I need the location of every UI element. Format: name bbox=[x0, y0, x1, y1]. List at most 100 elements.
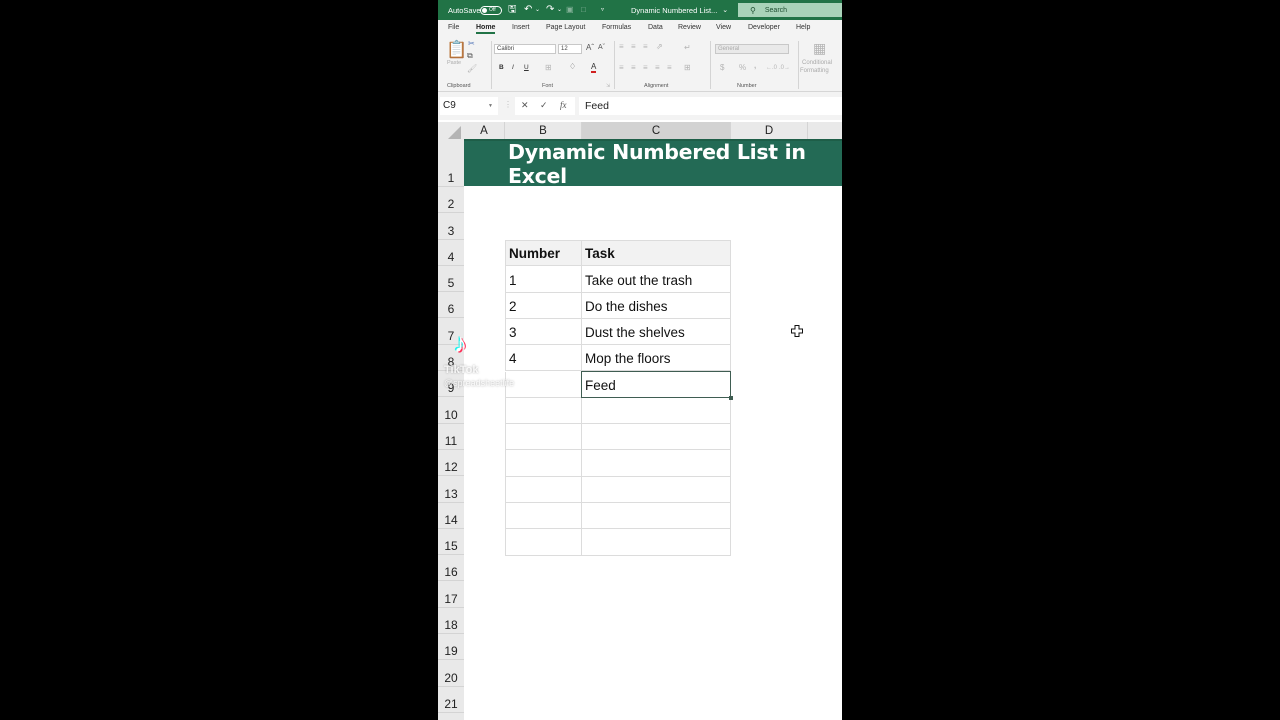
align-middle-icon[interactable]: ≡ bbox=[631, 42, 636, 52]
task-cell[interactable]: Take out the trash bbox=[582, 266, 731, 293]
banner-title[interactable]: Dynamic Numbered List in Excel bbox=[464, 140, 842, 188]
row-header-21[interactable]: 21 bbox=[438, 687, 464, 713]
cut-icon[interactable]: ✂ bbox=[468, 39, 475, 49]
tab-home[interactable]: Home bbox=[476, 24, 496, 34]
task-cell[interactable]: Feed bbox=[582, 371, 731, 398]
fill-color-icon[interactable]: ♢ bbox=[569, 62, 576, 72]
conditional-formatting-label[interactable]: Conditional bbox=[802, 60, 832, 66]
number-cell[interactable]: 4 bbox=[505, 345, 582, 372]
conditional-formatting-label-2[interactable]: Formatting bbox=[800, 68, 829, 74]
undo-icon[interactable]: ↶ bbox=[524, 0, 532, 20]
camera-icon[interactable]: ▣ bbox=[566, 0, 574, 20]
row-header-11[interactable]: 11 bbox=[438, 424, 464, 450]
task-cell[interactable]: Dust the shelves bbox=[582, 318, 731, 346]
row-header-15[interactable]: 15 bbox=[438, 529, 464, 556]
save-icon[interactable]: 🖫 bbox=[508, 0, 517, 20]
currency-icon[interactable]: $ bbox=[720, 63, 724, 73]
number-cell[interactable] bbox=[505, 397, 582, 425]
task-cell[interactable] bbox=[582, 503, 731, 530]
number-cell[interactable]: 1 bbox=[505, 266, 582, 293]
row-header-7[interactable]: 7 bbox=[438, 319, 464, 345]
row-header-5[interactable]: 5 bbox=[438, 266, 464, 293]
row-header-17[interactable]: 17 bbox=[438, 582, 464, 608]
customize-toolbar-icon[interactable]: ▿ bbox=[601, 0, 604, 20]
row-header-1[interactable]: 1 bbox=[438, 141, 464, 187]
tab-help[interactable]: Help bbox=[796, 24, 810, 31]
align-right-icon[interactable]: ≡ bbox=[643, 63, 648, 73]
task-cell[interactable] bbox=[582, 450, 731, 477]
task-cell[interactable] bbox=[582, 529, 731, 556]
row-header-8[interactable]: 8 bbox=[438, 345, 464, 372]
number-cell[interactable] bbox=[505, 450, 582, 477]
increase-indent-icon[interactable]: ≡ bbox=[667, 63, 672, 73]
wrap-text-icon[interactable]: ↵ bbox=[684, 43, 691, 53]
task-cell[interactable]: Mop the floors bbox=[582, 345, 731, 372]
font-size-select[interactable]: 12 bbox=[558, 44, 582, 54]
font-dialog-launcher-icon[interactable]: ⇲ bbox=[606, 81, 610, 91]
name-box[interactable]: C9 ▼ bbox=[440, 97, 498, 115]
row-header-3[interactable]: 3 bbox=[438, 213, 464, 240]
task-cell[interactable] bbox=[582, 476, 731, 503]
font-name-select[interactable]: Calibri bbox=[494, 44, 556, 54]
header-number[interactable]: Number bbox=[505, 240, 582, 267]
tab-developer[interactable]: Developer bbox=[748, 24, 780, 31]
tab-insert[interactable]: Insert bbox=[512, 24, 530, 31]
row-header-4[interactable]: 4 bbox=[438, 240, 464, 266]
tab-data[interactable]: Data bbox=[648, 24, 663, 31]
row-header-10[interactable]: 10 bbox=[438, 397, 464, 424]
cancel-icon[interactable]: ✕ bbox=[521, 100, 529, 111]
number-cell[interactable] bbox=[505, 529, 582, 556]
task-cell[interactable] bbox=[582, 424, 731, 451]
number-cell[interactable]: 2 bbox=[505, 292, 582, 319]
redo-dropdown-icon[interactable]: ⌄ bbox=[557, 0, 562, 20]
tab-file[interactable]: File bbox=[448, 24, 459, 31]
document-title[interactable]: Dynamic Numbered List... ⌄ bbox=[631, 0, 728, 20]
number-cell[interactable]: 3 bbox=[505, 318, 582, 346]
number-cell[interactable] bbox=[505, 476, 582, 503]
underline-button[interactable]: U bbox=[524, 64, 529, 71]
number-cell[interactable] bbox=[505, 424, 582, 451]
tab-review[interactable]: Review bbox=[678, 24, 701, 31]
comma-style-icon[interactable]: , bbox=[754, 61, 756, 71]
row-header-18[interactable]: 18 bbox=[438, 608, 464, 635]
row-header-16[interactable]: 16 bbox=[438, 555, 464, 582]
row-header-9[interactable]: 9 bbox=[438, 371, 464, 398]
undo-dropdown-icon[interactable]: ⌄ bbox=[535, 0, 540, 20]
number-cell[interactable] bbox=[505, 503, 582, 530]
row-header-2[interactable]: 2 bbox=[438, 187, 464, 214]
decrease-decimal-icon[interactable]: .0→ bbox=[779, 63, 790, 73]
comment-icon[interactable]: □ bbox=[581, 0, 586, 20]
task-cell[interactable]: Do the dishes bbox=[582, 292, 731, 319]
decrease-font-icon[interactable]: Aˇ bbox=[598, 43, 605, 53]
increase-font-icon[interactable]: Aˆ bbox=[586, 43, 594, 53]
increase-decimal-icon[interactable]: ←.0 bbox=[766, 63, 777, 73]
align-left-icon[interactable]: ≡ bbox=[619, 63, 624, 73]
percent-icon[interactable]: % bbox=[739, 63, 746, 73]
name-box-dropdown-icon[interactable]: ▼ bbox=[488, 97, 493, 115]
bold-button[interactable]: B bbox=[499, 64, 504, 71]
borders-icon[interactable]: ⊞ bbox=[545, 63, 552, 73]
paste-label[interactable]: Paste bbox=[447, 60, 461, 66]
decrease-indent-icon[interactable]: ≡ bbox=[655, 63, 660, 73]
tab-view[interactable]: View bbox=[716, 24, 731, 31]
number-cell[interactable] bbox=[505, 371, 582, 398]
copy-icon[interactable]: ⧉ bbox=[467, 51, 473, 61]
autosave-toggle[interactable]: Off bbox=[480, 0, 502, 20]
task-cell[interactable] bbox=[582, 397, 731, 425]
align-bottom-icon[interactable]: ≡ bbox=[643, 42, 648, 52]
font-color-icon[interactable]: A bbox=[591, 62, 597, 73]
search-box[interactable]: ⚲ Search bbox=[738, 3, 842, 17]
paste-icon[interactable]: 📋 bbox=[446, 41, 467, 59]
row-header-14[interactable]: 14 bbox=[438, 503, 464, 529]
number-format-select[interactable]: General bbox=[715, 44, 789, 54]
row-header-12[interactable]: 12 bbox=[438, 450, 464, 477]
redo-icon[interactable]: ↷ bbox=[546, 0, 554, 20]
merge-center-icon[interactable]: ⊞ bbox=[684, 63, 691, 73]
format-painter-icon[interactable]: 🖌 bbox=[467, 64, 477, 74]
orientation-icon[interactable]: ⇗ bbox=[656, 42, 663, 52]
tab-formulas[interactable]: Formulas bbox=[602, 24, 631, 31]
header-task[interactable]: Task bbox=[582, 240, 731, 267]
select-all-button[interactable] bbox=[438, 122, 464, 141]
row-header-6[interactable]: 6 bbox=[438, 292, 464, 319]
row-header-19[interactable]: 19 bbox=[438, 634, 464, 661]
